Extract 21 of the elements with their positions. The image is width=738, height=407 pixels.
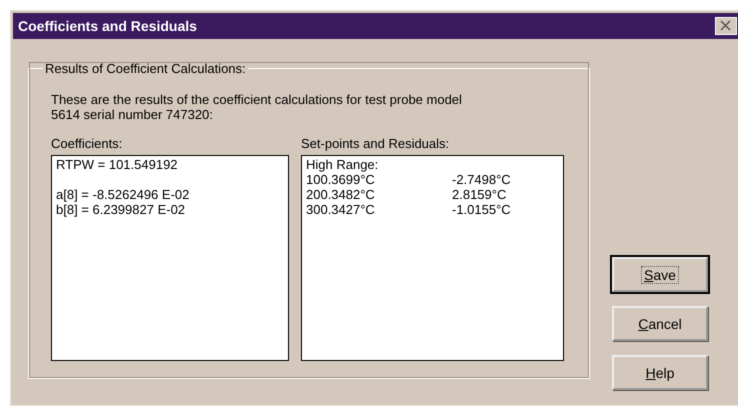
residual-value: -2.7498°C	[452, 172, 511, 187]
residuals-list[interactable]: High Range: 100.3699°C -2.7498°C 200.3482°C 2.8159°C 300.3427°C -1.0155°C	[301, 155, 564, 361]
residual-value: -1.0155°C	[452, 202, 511, 217]
setpoint-value: 100.3699°C	[306, 172, 376, 187]
description-text: These are the results of the coefficient calculations for test probe model 5614 serial number 747320:	[51, 92, 463, 122]
coefficient-line: b[8] = 6.2399827 E-02	[56, 202, 186, 217]
close-icon[interactable]	[715, 17, 737, 35]
coefficients-list[interactable]: RTPW = 101.549192 a[8] = -8.5262496 E-02 b[8] = 6.2399827 E-02	[51, 155, 289, 361]
setpoint-value: 200.3482°C	[306, 187, 376, 202]
group-legend: Results of Coefficient Calculations:	[43, 61, 248, 76]
range-heading: High Range:	[306, 157, 380, 172]
dialog-button[interactable]: Save	[612, 257, 708, 292]
dialog-button[interactable]: Help	[612, 355, 708, 390]
coefficient-line: a[8] = -8.5262496 E-02	[56, 187, 190, 202]
setpoint-value: 300.3427°C	[306, 202, 376, 217]
dialog-button[interactable]: Cancel	[612, 306, 708, 341]
residual-value: 2.8159°C	[452, 187, 506, 202]
residuals-label: Set-points and Residuals:	[301, 136, 450, 152]
coefficients-label: Coefficients:	[51, 136, 124, 152]
window-title: Coefficients and Residuals	[18, 18, 197, 34]
coefficient-line: RTPW = 101.549192	[56, 157, 179, 172]
